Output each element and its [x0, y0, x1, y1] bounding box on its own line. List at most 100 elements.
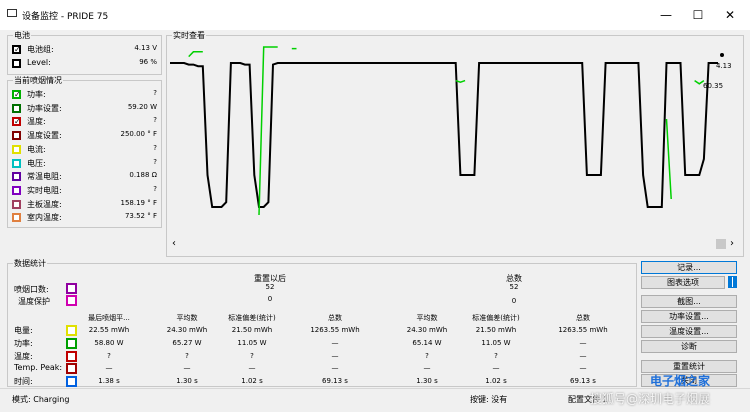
current_status-value: 73.52 ° F	[124, 212, 157, 221]
current_status-label: 功率设置:	[27, 103, 62, 113]
stats-cell: 24.30 mWh	[166, 326, 208, 334]
stats-cell: 1.02 s	[241, 377, 263, 386]
battery-value: 96 %	[139, 58, 157, 66]
current_status-checkbox[interactable]	[12, 158, 21, 168]
stats-cell: —	[579, 364, 587, 373]
current_status-value: ?	[153, 116, 157, 125]
current_status-checkbox[interactable]	[12, 199, 21, 209]
app-monitor-icon	[7, 9, 17, 17]
current_status-value: 0.188 Ω	[129, 171, 157, 180]
chart-latest-point-marker	[720, 53, 724, 57]
stats-cell: 11.05 W	[481, 338, 511, 347]
stats-row-label: 时间:	[14, 377, 33, 387]
battery-group-label: 电池	[13, 30, 31, 41]
current_status-checkbox[interactable]: ✓	[12, 117, 21, 127]
battery-label: Level:	[27, 58, 51, 67]
record-button[interactable]: 记录...	[641, 261, 737, 274]
current_status-checkbox[interactable]	[12, 144, 21, 154]
diagnose-button[interactable]: 诊断	[641, 340, 737, 353]
current_status-checkbox[interactable]	[12, 172, 21, 182]
chart-readout-top: 4.13	[716, 62, 732, 70]
total-count: 52	[509, 283, 519, 291]
stats-row-label: 功率:	[14, 338, 33, 348]
watermark-site: 电子烟之家	[650, 374, 711, 388]
watermark-text: 搜狐号@深圳电子烟展	[590, 392, 711, 406]
stats-cell: 1.30 s	[416, 377, 438, 386]
battery-voltage-series-line	[170, 62, 718, 208]
stats-cell: 22.55 mWh	[88, 326, 130, 334]
current_status-label: 实时电阻:	[27, 185, 62, 195]
stats-cell: 1.30 s	[176, 377, 198, 386]
stats-cell: 21.50 mWh	[475, 326, 517, 334]
stats-cell: 69.13 s	[322, 377, 348, 386]
stats-cell: 1.02 s	[485, 377, 507, 386]
current_status-label: 室内温度:	[27, 213, 62, 223]
battery-checkbox[interactable]: ✓	[12, 45, 21, 54]
stats-cell: 69.13 s	[570, 377, 596, 386]
stats-cell: —	[331, 364, 339, 373]
stats-column-header: 平均数	[416, 314, 438, 322]
status-buttons: 按键: 没有	[470, 395, 508, 404]
chart-options-icon[interactable]	[728, 276, 737, 288]
stats-row-label: Temp. Peak:	[14, 363, 63, 373]
chart-options-button[interactable]: 图表选项	[641, 276, 725, 289]
current_status-checkbox[interactable]	[12, 213, 21, 223]
stats-cell: 65.14 W	[412, 338, 442, 347]
stats-cell: —	[183, 364, 191, 373]
maximize-button[interactable]: ☐	[682, 5, 714, 25]
stats-cell: 58.80 W	[94, 338, 124, 347]
stats-cell: 65.27 W	[172, 338, 202, 347]
realtime-chart	[170, 41, 740, 237]
scroll-right-arrow[interactable]: ›	[730, 238, 734, 249]
scroll-thumb[interactable]	[716, 239, 726, 249]
current-status-group-label: 当前喷烟情况	[13, 75, 63, 86]
minimize-button[interactable]: —	[650, 5, 682, 25]
current_status-label: 电流:	[27, 144, 46, 154]
current_status-checkbox[interactable]: ✓	[12, 90, 21, 99]
stats-cell: ?	[425, 351, 429, 360]
stats-cell: 21.50 mWh	[231, 326, 273, 334]
stats-cell: —	[331, 351, 339, 360]
temp-protect-checkbox[interactable]	[66, 295, 77, 306]
current_status-value: ?	[153, 157, 157, 166]
stats-row-label: 电量:	[14, 326, 33, 335]
stats-column-header: 总数	[328, 314, 342, 322]
current_status-value: 250.00 ° F	[120, 130, 157, 139]
chart-scrollbar[interactable]: ‹ ›	[170, 238, 738, 250]
stats-cell: 1263.55 mWh	[310, 326, 360, 334]
battery-checkbox[interactable]	[12, 59, 21, 68]
stats-column-header: 标准偏差(统计)	[472, 314, 520, 322]
stats-cell: —	[331, 338, 339, 347]
stats-cell: —	[579, 338, 587, 347]
battery-group	[7, 35, 162, 75]
stats-cell: 11.05 W	[237, 338, 267, 347]
current_status-checkbox[interactable]	[12, 185, 21, 195]
temp-settings-button[interactable]: 温度设置...	[641, 325, 737, 338]
stats-column-header: 平均数	[176, 314, 198, 322]
realtime-group-label: 实时查看	[172, 30, 206, 41]
reset-protect: 0	[267, 295, 273, 303]
current_status-checkbox[interactable]	[12, 131, 21, 141]
stats-cell: 1.38 s	[98, 377, 120, 386]
stats-group-label: 数据统计	[13, 258, 47, 269]
stats-cell: ?	[250, 351, 254, 360]
stats-cell: ?	[494, 351, 498, 360]
stats-cell: —	[105, 364, 113, 373]
current_status-label: 常温电阻:	[27, 172, 62, 182]
current_status-label: 温度设置:	[27, 131, 62, 141]
chart-readout-second: 60.35	[703, 82, 724, 90]
close-button[interactable]: ✕	[714, 5, 746, 25]
reset-count: 52	[265, 283, 275, 291]
stats-column-header: 标准偏差(统计)	[228, 314, 276, 322]
stats-cell: —	[579, 351, 587, 360]
puff-count-checkbox[interactable]	[66, 283, 77, 294]
stats-cell: —	[248, 364, 256, 373]
current_status-checkbox[interactable]	[12, 103, 21, 113]
current_status-value: ?	[153, 89, 157, 97]
battery-value: 4.13 V	[134, 44, 157, 52]
temp-protect-label: 温度保护	[18, 297, 50, 306]
power-settings-button[interactable]: 功率设置...	[641, 310, 737, 323]
scroll-left-arrow[interactable]: ‹	[172, 238, 176, 249]
status-mode: 模式: Charging	[12, 395, 70, 404]
screenshot-button[interactable]: 截图...	[641, 295, 737, 308]
